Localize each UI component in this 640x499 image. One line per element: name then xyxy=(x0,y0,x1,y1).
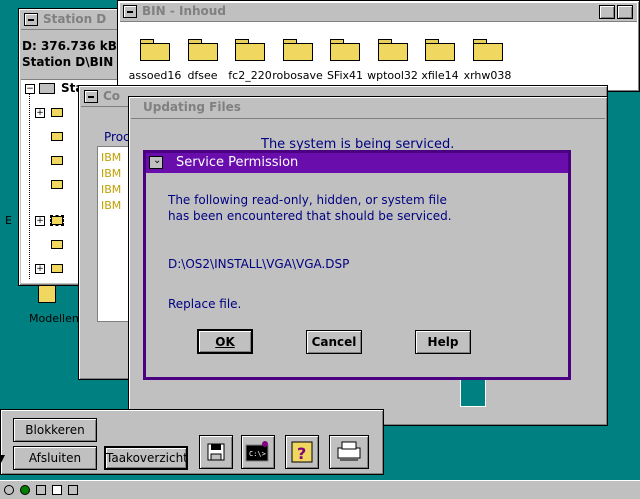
file-path: D:\OS2\INSTALL\VGA\VGA.DSP xyxy=(168,257,350,271)
list-item: IBM xyxy=(101,151,122,164)
tree-expand-icon[interactable]: + xyxy=(35,264,45,274)
help-icon[interactable]: ? xyxy=(285,435,319,469)
maximize-icon[interactable] xyxy=(617,5,633,19)
shutdown-button[interactable]: Afsluiten xyxy=(13,446,97,470)
folder-icon xyxy=(51,156,63,165)
folder-icon[interactable] xyxy=(472,39,503,61)
folder-icon xyxy=(51,240,63,249)
shutdown-button-label: Afsluiten xyxy=(28,451,82,465)
folder-icon[interactable] xyxy=(140,39,170,61)
system-menu-icon[interactable] xyxy=(84,90,98,103)
viewer-icon[interactable] xyxy=(20,485,30,495)
bin-window[interactable]: BIN - Inhoud assoed16 dfsee fc2_220 robosav… xyxy=(117,0,640,92)
tree-expand-icon[interactable]: + xyxy=(35,108,45,118)
folder-icon xyxy=(51,264,63,273)
behind-label: Proc xyxy=(104,130,130,144)
bin-title: BIN - Inhoud xyxy=(142,4,226,18)
action-text: Replace file. xyxy=(168,297,242,311)
modellen-label: Modellen xyxy=(29,312,79,325)
tree-expand-icon[interactable]: + xyxy=(35,216,45,226)
help-button-label: Help xyxy=(427,335,459,349)
bin-titlebar[interactable]: BIN - Inhoud xyxy=(120,3,637,22)
disk-icon[interactable] xyxy=(199,435,233,469)
tree-collapse-icon[interactable]: − xyxy=(25,84,35,94)
folder-icon[interactable] xyxy=(330,39,360,61)
list-item: IBM xyxy=(101,199,122,212)
folder-icon[interactable] xyxy=(377,39,408,61)
cancel-button[interactable]: Cancel xyxy=(306,330,362,354)
lock-button[interactable]: Blokkeren xyxy=(13,418,97,442)
desktop-edge-letter: E xyxy=(5,214,12,227)
folder-icon[interactable] xyxy=(187,39,218,61)
tasklist-button-label: Taakoverzicht xyxy=(106,451,188,465)
minimize-icon[interactable] xyxy=(599,5,615,19)
message-line1: The following read-only, hidden, or syst… xyxy=(168,193,447,207)
folder-icon[interactable] xyxy=(235,39,265,61)
help-button[interactable]: Help xyxy=(415,330,471,354)
viewer-icon[interactable] xyxy=(68,485,78,495)
mouse-pointer-icon xyxy=(0,455,5,465)
folder-icon[interactable] xyxy=(282,39,313,61)
svg-text:C:\>: C:\> xyxy=(249,450,266,458)
folder-icon[interactable] xyxy=(425,39,455,61)
printer-icon[interactable] xyxy=(329,435,369,469)
service-permission-dialog[interactable]: ⌄ Service Permission The following read-… xyxy=(143,150,571,380)
list-item: IBM xyxy=(101,183,122,196)
viewer-icon[interactable] xyxy=(36,485,46,495)
ok-button-label: OK xyxy=(215,335,235,349)
station-title: Station D xyxy=(43,12,107,26)
launchpad[interactable]: Blokkeren Afsluiten Taakoverzicht C:\> ? xyxy=(0,409,384,475)
viewer-icon[interactable] xyxy=(4,485,14,495)
folder-icon xyxy=(51,180,63,189)
drive-icon xyxy=(39,83,55,94)
station-drive-info: D: 376.736 kB xyxy=(22,39,117,53)
system-menu-icon[interactable] xyxy=(123,5,137,18)
svg-text:?: ? xyxy=(297,444,306,463)
list-item: IBM xyxy=(101,167,122,180)
viewer-icon[interactable] xyxy=(52,485,62,495)
folder-icon xyxy=(51,132,63,141)
ok-button[interactable]: OK xyxy=(197,329,253,354)
updating-titlebar[interactable]: Updating Files xyxy=(131,99,605,119)
service-title: Service Permission xyxy=(176,155,299,170)
system-menu-icon[interactable] xyxy=(24,13,38,26)
minimized-window-viewer[interactable] xyxy=(0,480,640,499)
command-prompt-icon[interactable]: C:\> xyxy=(241,435,275,469)
lock-button-label: Blokkeren xyxy=(25,423,85,437)
cancel-button-label: Cancel xyxy=(311,335,357,349)
modellen-icon[interactable] xyxy=(38,285,56,303)
selected-folder-icon[interactable] xyxy=(50,215,64,226)
service-titlebar[interactable]: ⌄ Service Permission xyxy=(146,153,568,173)
behind-title: Co xyxy=(103,89,121,103)
folder-label[interactable]: xrhw038 xyxy=(458,69,518,82)
tasklist-button[interactable]: Taakoverzicht xyxy=(104,446,188,470)
folder-icon xyxy=(51,108,63,117)
updating-title: Updating Files xyxy=(143,100,241,114)
message-line2: has been encountered that should be serv… xyxy=(168,209,452,223)
tree-line xyxy=(29,94,30,279)
chevron-down-icon: ⌄ xyxy=(153,155,162,166)
station-path: Station D\BIN xyxy=(22,55,114,69)
